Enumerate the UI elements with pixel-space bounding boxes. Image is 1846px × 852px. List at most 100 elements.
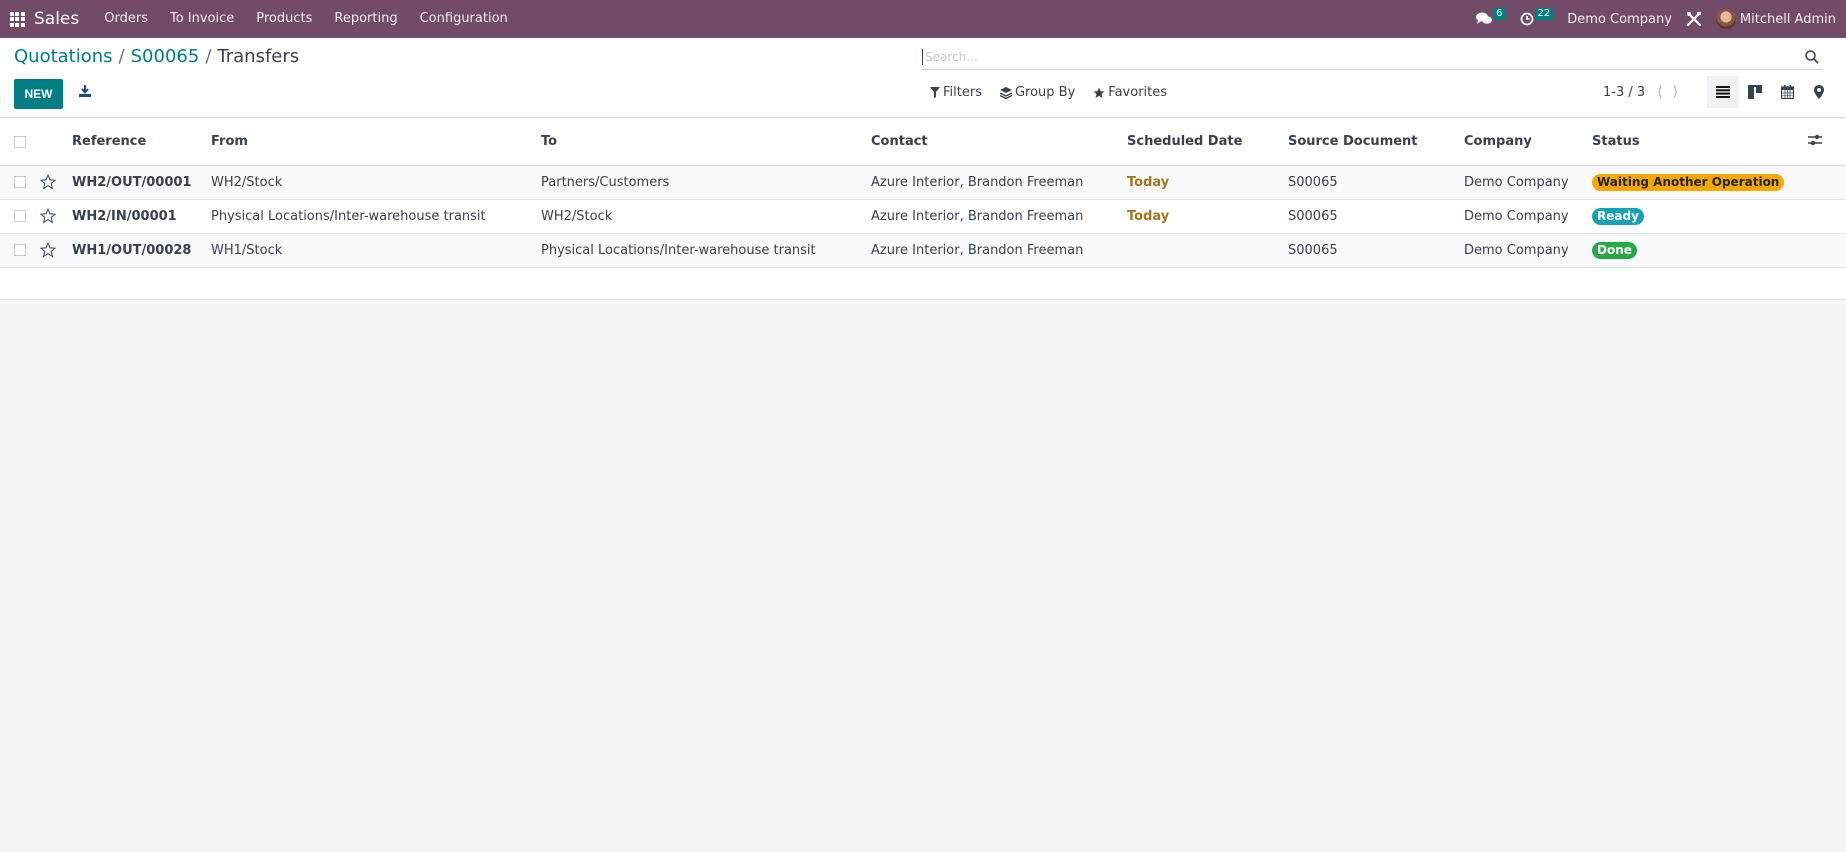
page-title: Transfers (217, 46, 300, 67)
avatar (1715, 9, 1736, 29)
column-header-scheduled-date[interactable]: Scheduled Date (1127, 119, 1288, 165)
table-row[interactable]: WH2/IN/00001 Physical Locations/Inter-wa… (0, 199, 1846, 233)
select-all-checkbox[interactable] (14, 135, 26, 148)
cell-source-document: S00065 (1288, 208, 1338, 224)
table-row[interactable]: WH2/OUT/00001 WH2/Stock Partners/Custome… (0, 165, 1846, 199)
group-by-button[interactable]: Group By (999, 85, 1076, 100)
cell-reference: WH1/OUT/00028 (72, 242, 192, 258)
main-menu: Orders To Invoice Products Reporting Con… (93, 0, 519, 38)
row-checkbox[interactable] (14, 244, 26, 256)
search-icon[interactable] (1804, 49, 1820, 65)
view-switcher (1707, 76, 1835, 108)
menu-item-to-invoice[interactable]: To Invoice (159, 0, 245, 38)
view-map-button[interactable] (1803, 76, 1835, 108)
cell-company: Demo Company (1464, 174, 1569, 190)
column-header-company[interactable]: Company (1464, 119, 1592, 165)
cell-to: Physical Locations/Inter-warehouse trans… (541, 242, 816, 258)
debug-tools-button[interactable] (1686, 11, 1702, 27)
user-menu[interactable]: Mitchell Admin (1715, 9, 1836, 29)
cell-to: WH2/Stock (541, 208, 613, 224)
apps-grid-icon (9, 11, 25, 27)
transfers-table: Reference From To Contact Scheduled Date… (0, 119, 1846, 268)
table-row[interactable]: WH1/OUT/00028 WH1/Stock Physical Locatio… (0, 233, 1846, 267)
menu-item-products[interactable]: Products (245, 0, 323, 38)
menu-item-reporting[interactable]: Reporting (323, 0, 408, 38)
cell-contact: Azure Interior, Brandon Freeman (871, 174, 1084, 190)
cell-company: Demo Company (1464, 208, 1569, 224)
top-navbar: Sales Orders To Invoice Products Reporti… (0, 0, 1846, 38)
column-header-source-document[interactable]: Source Document (1288, 119, 1464, 165)
status-badge: Done (1592, 241, 1637, 259)
export-button[interactable] (78, 84, 92, 100)
optional-columns-toggle[interactable] (1808, 134, 1822, 150)
table-header-row: Reference From To Contact Scheduled Date… (0, 119, 1846, 165)
search-bar (922, 44, 1822, 70)
activities-button[interactable]: 22 (1520, 8, 1554, 26)
control-panel: Quotations / S00065 / Transfers NEW Filt… (0, 38, 1846, 118)
systray: 6 22 Demo Company Mitchell Admin (1476, 0, 1846, 38)
row-checkbox[interactable] (14, 210, 26, 222)
filters-label: Filters (943, 85, 982, 100)
app-menu-button[interactable] (0, 0, 34, 38)
status-badge: Ready (1592, 207, 1644, 225)
messages-button[interactable]: 6 (1476, 8, 1506, 26)
view-kanban-button[interactable] (1739, 76, 1771, 108)
filter-icon (930, 87, 940, 98)
pager-value[interactable]: 1-3 / 3 (1603, 85, 1645, 100)
cell-source-document: S00065 (1288, 242, 1338, 258)
column-header-contact[interactable]: Contact (871, 119, 1127, 165)
favorites-button[interactable]: Favorites (1093, 85, 1167, 100)
list-view: Reference From To Contact Scheduled Date… (0, 119, 1846, 300)
filters-button[interactable]: Filters (930, 85, 982, 100)
star-outline-icon[interactable] (40, 208, 56, 224)
activities-count-badge: 22 (1534, 8, 1554, 20)
company-switcher[interactable]: Demo Company (1567, 12, 1672, 27)
calendar-view-icon (1780, 85, 1794, 99)
column-header-to[interactable]: To (541, 119, 871, 165)
user-name: Mitchell Admin (1739, 11, 1836, 27)
menu-item-configuration[interactable]: Configuration (409, 0, 519, 38)
layers-icon (999, 86, 1012, 99)
cell-scheduled-date: Today (1127, 208, 1170, 224)
cell-from: WH1/Stock (211, 242, 283, 258)
cell-reference: WH2/OUT/00001 (72, 174, 192, 190)
favorites-label: Favorites (1108, 85, 1168, 100)
group-by-label: Group By (1014, 85, 1076, 100)
view-list-button[interactable] (1707, 76, 1739, 108)
list-view-icon (1716, 86, 1730, 98)
search-input[interactable] (922, 48, 1804, 65)
messages-count-badge: 6 (1493, 8, 1506, 20)
cell-reference: WH2/IN/00001 (72, 208, 177, 224)
column-header-reference[interactable]: Reference (72, 119, 211, 165)
app-brand[interactable]: Sales (34, 9, 79, 29)
cell-to: Partners/Customers (541, 174, 670, 190)
new-button[interactable]: NEW (14, 79, 63, 109)
column-header-from[interactable]: From (211, 119, 541, 165)
cell-contact: Azure Interior, Brandon Freeman (871, 208, 1084, 224)
breadcrumb-order[interactable]: S00065 (131, 46, 200, 67)
breadcrumb: Quotations / S00065 / Transfers (14, 46, 299, 67)
cell-from: WH2/Stock (211, 174, 283, 190)
map-pin-icon (1814, 85, 1824, 99)
cell-scheduled-date: Today (1127, 174, 1170, 190)
sliders-icon (1808, 134, 1822, 145)
cell-from: Physical Locations/Inter-warehouse trans… (211, 208, 486, 224)
star-outline-icon[interactable] (40, 242, 56, 258)
column-header-status[interactable]: Status (1592, 119, 1808, 165)
breadcrumb-quotations[interactable]: Quotations (14, 46, 113, 67)
pager-next-icon[interactable]: ⟩ (1673, 84, 1678, 100)
kanban-view-icon (1748, 85, 1762, 99)
chat-icon (1476, 12, 1493, 24)
star-outline-icon[interactable] (40, 174, 56, 190)
cell-company: Demo Company (1464, 242, 1569, 258)
breadcrumb-separator: / (118, 46, 125, 67)
cell-scheduled-date (1127, 233, 1288, 267)
menu-item-orders[interactable]: Orders (93, 0, 159, 38)
pager-previous-icon[interactable]: ⟨ (1657, 84, 1662, 100)
pager: 1-3 / 3 ⟨ ⟩ (1603, 84, 1688, 100)
cell-contact: Azure Interior, Brandon Freeman (871, 242, 1084, 258)
view-calendar-button[interactable] (1771, 76, 1803, 108)
status-badge: Waiting Another Operation (1592, 173, 1785, 191)
cell-source-document: S00065 (1288, 174, 1338, 190)
row-checkbox[interactable] (14, 176, 26, 188)
